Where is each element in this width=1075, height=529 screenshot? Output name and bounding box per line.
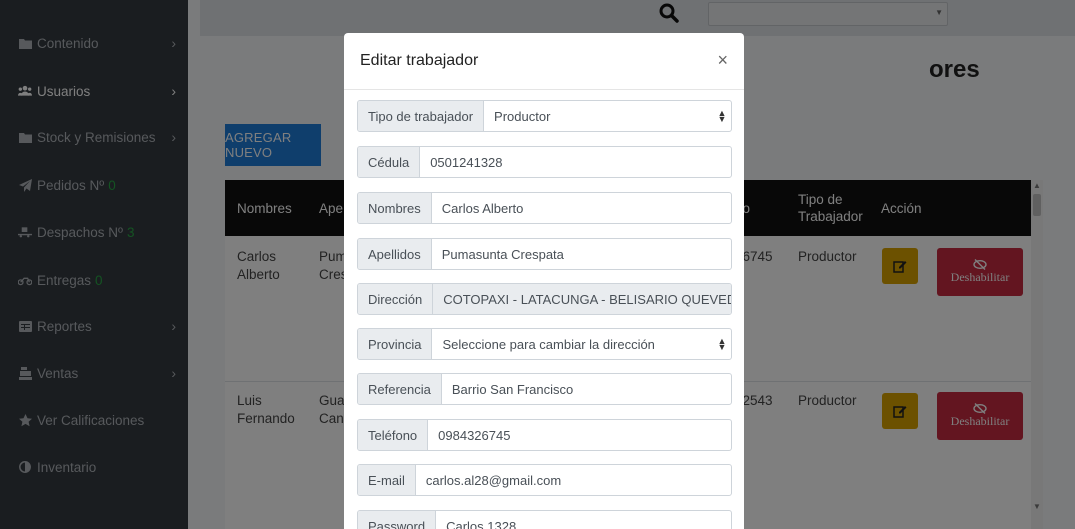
field-label: Apellidos — [358, 239, 432, 269]
field-label: Tipo de trabajador — [358, 101, 485, 131]
select-arrows-icon: ▲ ▼ — [717, 336, 727, 352]
cedula-field[interactable]: Cédula 0501241328 — [357, 146, 732, 178]
provincia-select[interactable]: Provincia Seleccione para cambiar la dir… — [357, 328, 732, 360]
field-value: Carlos.1328 — [446, 518, 517, 529]
field-value: COTOPAXI - LATACUNGA - BELISARIO QUEVEDO… — [433, 284, 731, 314]
close-icon[interactable]: × — [717, 50, 728, 71]
field-label: Password — [358, 511, 437, 529]
field-value: Productor — [494, 108, 551, 124]
field-label: Nombres — [358, 193, 432, 223]
nombres-field[interactable]: Nombres Carlos Alberto — [357, 192, 732, 224]
telefono-field[interactable]: Teléfono 0984326745 — [357, 419, 732, 451]
field-value: Pumasunta Crespata — [441, 246, 564, 262]
email-field[interactable]: E-mail carlos.al28@gmail.com — [357, 464, 732, 496]
field-value: 0984326745 — [438, 427, 511, 443]
field-value: 0501241328 — [430, 154, 503, 170]
apellidos-field[interactable]: Apellidos Pumasunta Crespata — [357, 238, 732, 270]
field-label: Dirección — [358, 284, 434, 314]
referencia-field[interactable]: Referencia Barrio San Francisco — [357, 373, 732, 405]
field-value: Carlos Alberto — [441, 200, 524, 216]
modal-header: Editar trabajador × — [344, 33, 744, 90]
field-label: Referencia — [358, 374, 442, 404]
select-arrows-icon: ▲ ▼ — [717, 108, 727, 124]
field-label: Cédula — [358, 147, 421, 177]
password-field[interactable]: Password Carlos.1328 — [357, 510, 732, 529]
field-value: carlos.al28@gmail.com — [425, 472, 562, 488]
modal-title: Editar trabajador — [360, 52, 479, 69]
field-label: Teléfono — [358, 420, 429, 450]
edit-worker-modal: Editar trabajador × Tipo de trabajador P… — [344, 33, 744, 529]
direccion-field: Dirección COTOPAXI - LATACUNGA - BELISAR… — [357, 283, 732, 315]
field-label: Provincia — [358, 329, 433, 359]
field-value: Barrio San Francisco — [451, 381, 574, 397]
tipo-trabajador-select[interactable]: Tipo de trabajador Productor ▲ ▼ — [357, 100, 732, 132]
field-label: E-mail — [358, 465, 416, 495]
field-value: Seleccione para cambiar la dirección — [442, 336, 655, 352]
